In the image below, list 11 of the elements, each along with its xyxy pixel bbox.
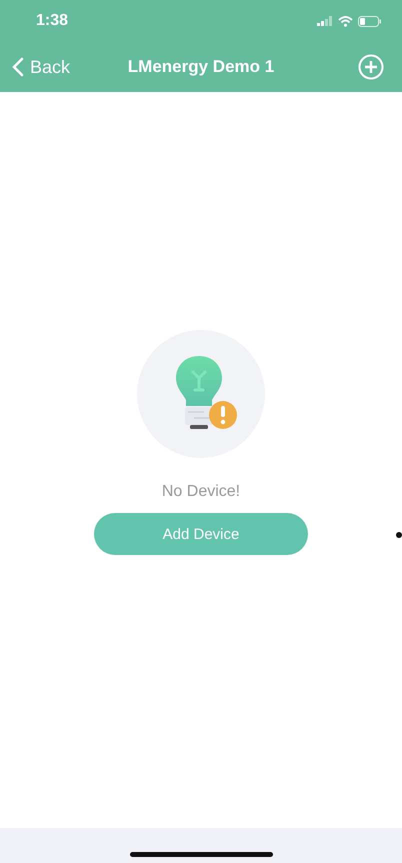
chevron-left-icon xyxy=(12,57,24,77)
add-icon[interactable] xyxy=(358,54,384,80)
signal-icon xyxy=(317,16,333,26)
back-button[interactable]: Back xyxy=(12,56,70,78)
wifi-icon xyxy=(338,16,353,26)
dot-mark xyxy=(396,532,402,538)
add-device-button[interactable]: Add Device xyxy=(94,513,308,555)
empty-message: No Device! xyxy=(162,483,240,501)
battery-icon xyxy=(358,16,382,26)
status-time: 1:38 xyxy=(36,12,68,30)
screen-title: LMenergy Demo 1 xyxy=(128,57,274,77)
